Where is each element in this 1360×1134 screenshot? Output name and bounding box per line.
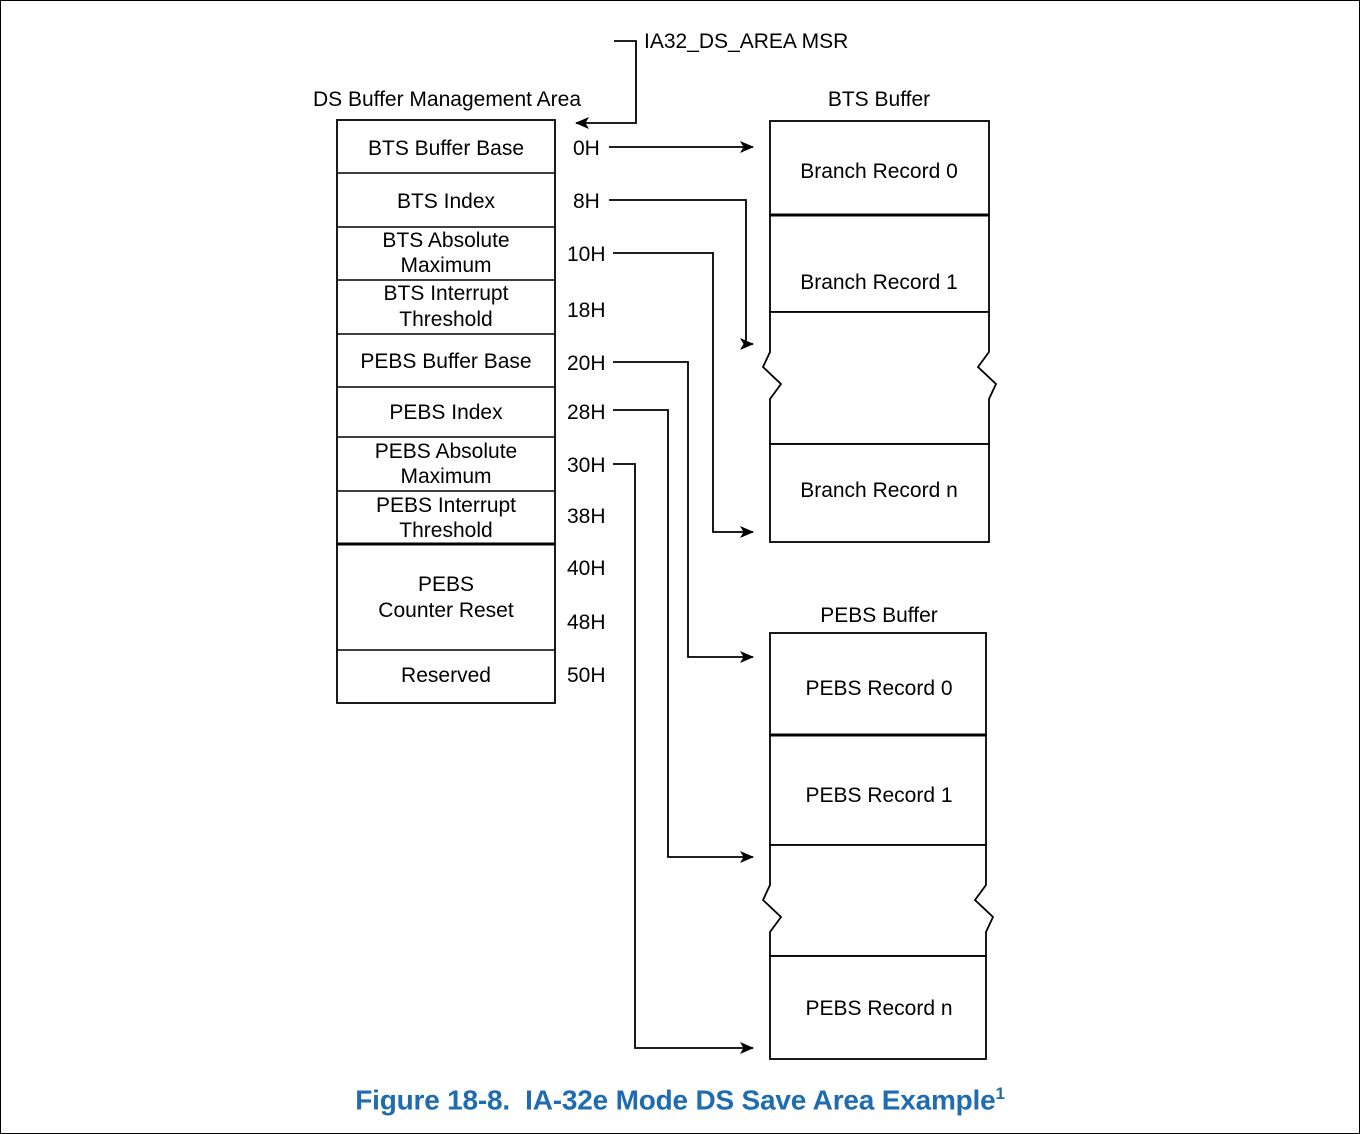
ds-field-label-5: PEBS Index [389,401,503,424]
ds-area-table: BTS Buffer Base BTS Index BTS Absolute M… [336,119,556,704]
connector-20h-to-pebs-record0 [613,361,754,663]
bts-record-n-label: Branch Record n [800,479,958,502]
bts-buffer-title: BTS Buffer [828,88,930,111]
figure-page: DS Buffer Management Area IA32_DS_AREA M… [0,0,1360,1134]
figure-caption-footnote: 1 [995,1084,1005,1103]
ds-field-label-6-line1: PEBS Absolute [375,440,517,463]
pebs-buffer-title: PEBS Buffer [820,604,938,627]
pebs-buffer-elision-section [761,844,995,957]
pebs-record-0-label: PEBS Record 0 [805,677,952,700]
ds-offset-5: 28H [567,401,606,424]
pebs-record-n-label: PEBS Record n [805,997,952,1020]
ds-offset-7: 38H [567,505,606,528]
figure-caption-title: IA-32e Mode DS Save Area Example [525,1084,996,1116]
ds-field-label-2-line2: Maximum [400,254,491,277]
bts-buffer-elision-section [761,311,998,445]
connector-28h-to-pebs-index [613,409,754,863]
connector-30h-to-pebs-max [613,463,754,1054]
figure-caption: Figure 18-8. IA-32e Mode DS Save Area Ex… [1,1084,1359,1116]
ds-field-label-4: PEBS Buffer Base [360,350,531,373]
ds-offset-9: 48H [567,611,606,634]
bts-record-1-label: Branch Record 1 [800,271,958,294]
ds-offset-4: 20H [567,352,606,375]
pebs-buffer-box: PEBS Record 0 PEBS Record 1 PEBS Record … [761,632,995,1060]
ds-field-label-8-line2: Counter Reset [378,599,514,622]
ds-field-label-6-line2: Maximum [400,465,491,488]
ds-field-label-3-line2: Threshold [399,308,492,331]
ds-save-area-diagram: DS Buffer Management Area IA32_DS_AREA M… [313,30,998,1060]
ds-offset-8: 40H [567,557,606,580]
ds-offset-0: 0H [573,137,600,160]
connector-lines [609,141,754,1054]
ds-field-label-3-line1: BTS Interrupt [384,282,509,305]
connector-10h-to-bts-max [613,252,754,538]
bts-record-1-box [769,214,990,313]
ds-field-label-0: BTS Buffer Base [368,137,524,160]
ds-field-label-7-line2: Threshold [399,519,492,542]
ds-field-label-10: Reserved [401,664,491,687]
ds-offset-3: 18H [567,299,606,322]
ds-offset-labels: 0H 8H 10H 18H 20H 28H 30H 38H 40H 48H 50… [567,137,606,687]
msr-label: IA32_DS_AREA MSR [644,30,848,53]
ds-field-label-8-line1: PEBS [418,573,474,596]
msr-pointer-line [575,40,637,129]
bts-buffer-box: Branch Record 0 Branch Record 1 Branch R… [761,120,998,543]
figure-caption-label: Figure 18-8. [355,1084,510,1116]
ds-field-label-7-line1: PEBS Interrupt [376,494,516,517]
ds-field-label-2-line1: BTS Absolute [382,229,509,252]
msr-pointer [575,40,637,129]
ds-area-title: DS Buffer Management Area [313,88,581,111]
ds-field-label-1: BTS Index [397,190,496,213]
ds-offset-2: 10H [567,243,606,266]
ds-offset-6: 30H [567,454,606,477]
bts-record-0-label: Branch Record 0 [800,160,958,183]
connector-8h-to-bts-index [609,199,754,350]
pebs-record-1-label: PEBS Record 1 [805,784,952,807]
ds-offset-1: 8H [573,190,600,213]
ds-offset-10: 50H [567,664,606,687]
